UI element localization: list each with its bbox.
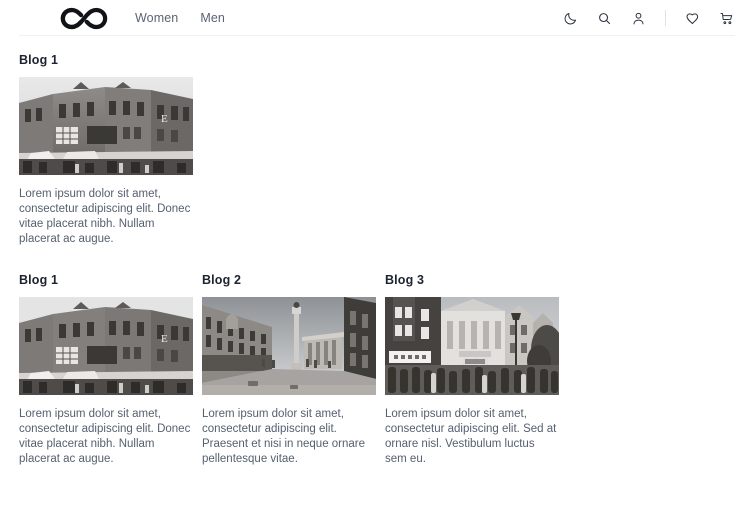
page-title: Blog 1	[19, 53, 735, 67]
blog-card-title: Blog 3	[385, 273, 559, 287]
header-actions	[562, 10, 735, 27]
cart-icon[interactable]	[718, 10, 735, 27]
blog-excerpt: Lorem ipsum dolor sit amet, consectetur …	[19, 407, 193, 467]
site-header: Women Men	[0, 0, 754, 36]
wishlist-icon[interactable]	[684, 10, 701, 27]
svg-text:E: E	[161, 333, 168, 345]
dark-mode-icon[interactable]	[562, 10, 579, 27]
header-bottom-rule	[19, 35, 735, 36]
blog-grid: Blog 1	[19, 273, 735, 467]
infinity-logo[interactable]	[57, 5, 111, 31]
nav-link-men[interactable]: Men	[200, 11, 225, 25]
blog-excerpt: Lorem ipsum dolor sit amet, consectetur …	[19, 187, 193, 247]
nav-link-women[interactable]: Women	[135, 11, 178, 25]
blog-card[interactable]: Blog 2	[202, 273, 376, 467]
blog-card-featured[interactable]: E	[19, 77, 193, 247]
blog-thumbnail-image[interactable]	[385, 297, 559, 395]
main-nav: Women Men	[135, 11, 225, 25]
blog-card[interactable]: Blog 3	[385, 273, 559, 467]
featured-blog-section: Blog 1	[19, 53, 735, 247]
account-icon[interactable]	[630, 10, 647, 27]
blog-card-title: Blog 1	[19, 273, 193, 287]
search-icon[interactable]	[596, 10, 613, 27]
blog-thumbnail-image[interactable]: E	[19, 77, 193, 175]
blog-excerpt: Lorem ipsum dolor sit amet, consectetur …	[202, 407, 376, 467]
blog-card-title: Blog 2	[202, 273, 376, 287]
blog-thumbnail-image[interactable]	[202, 297, 376, 395]
blog-thumbnail-image[interactable]: E	[19, 297, 193, 395]
svg-text:E: E	[161, 113, 168, 125]
header-icon-divider	[665, 10, 666, 26]
blog-card[interactable]: Blog 1	[19, 273, 193, 467]
blog-excerpt: Lorem ipsum dolor sit amet, consectetur …	[385, 407, 559, 467]
page-body: Blog 1	[0, 53, 754, 467]
